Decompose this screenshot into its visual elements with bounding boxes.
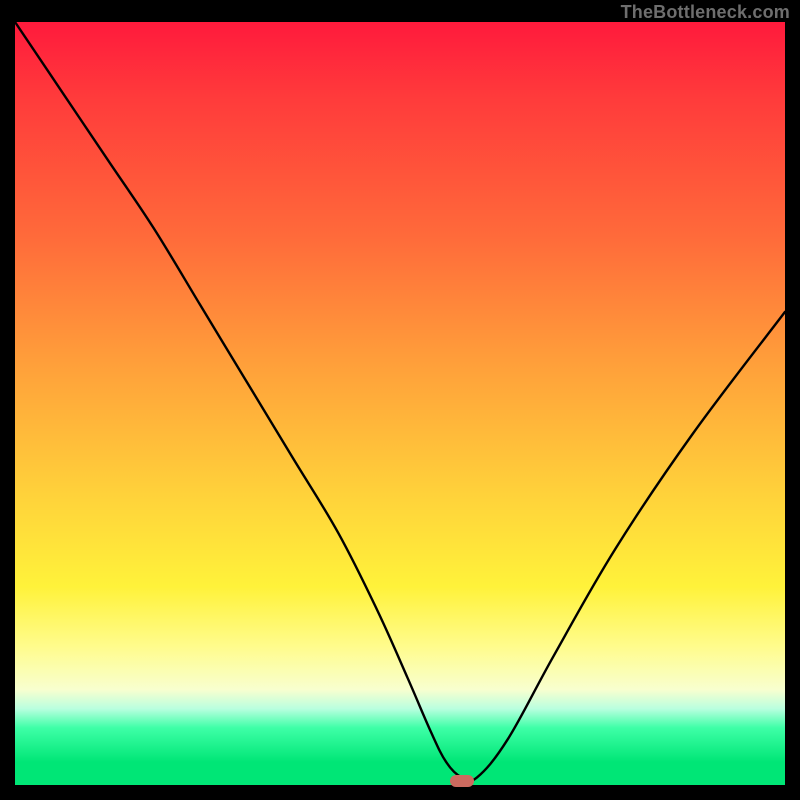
chart-stage: TheBottleneck.com bbox=[0, 0, 800, 800]
bottleneck-curve bbox=[15, 22, 785, 785]
watermark-text: TheBottleneck.com bbox=[621, 2, 790, 23]
optimal-point-marker bbox=[450, 775, 474, 787]
plot-area bbox=[15, 22, 785, 785]
